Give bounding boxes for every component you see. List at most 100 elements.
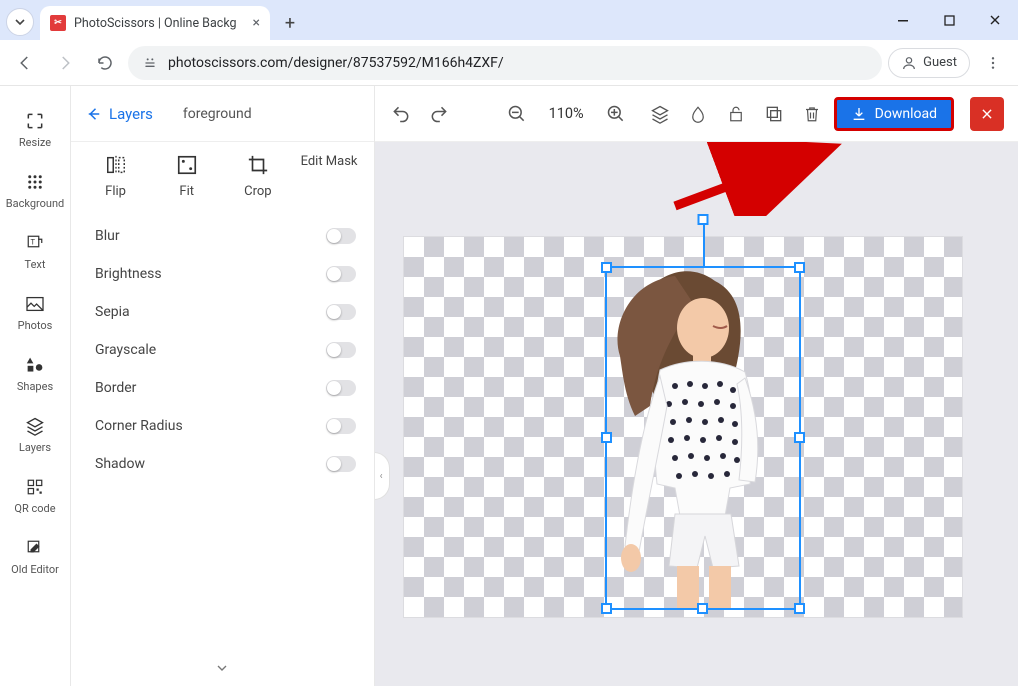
chevron-down-icon [14,16,26,28]
rail-item-old-editor[interactable]: Old Editor [0,529,70,584]
svg-text:T: T [31,238,36,247]
titlebar: ✂ PhotoScissors | Online Backg × + [0,0,1018,40]
option-corner-radius[interactable]: Corner Radius [95,407,356,445]
opacity-button[interactable] [686,102,710,126]
tab-close-button[interactable]: × [253,15,260,31]
flip-icon [104,154,128,176]
rail-item-background[interactable]: Background [0,163,70,218]
rail-item-shapes[interactable]: Shapes [0,346,70,401]
stage: 110% Download [375,86,1018,686]
reload-button[interactable] [88,46,122,80]
rotation-handle[interactable] [697,214,708,225]
tool-label: Crop [244,184,271,199]
tabs-dropdown[interactable] [6,8,34,36]
browser-tab[interactable]: ✂ PhotoScissors | Online Backg × [40,6,270,40]
zoom-level[interactable]: 110% [543,105,590,122]
lock-button[interactable] [724,102,748,126]
edit-icon [24,537,46,559]
tool-label: Edit Mask [301,154,358,171]
option-sepia[interactable]: Sepia [95,293,356,331]
qrcode-icon [24,476,46,498]
guest-label: Guest [923,55,957,70]
zoom-out-button[interactable] [505,102,529,126]
resize-handle-sw[interactable] [601,603,612,614]
canvas-area[interactable]: ‹ [375,142,1018,686]
toggle-switch[interactable] [326,342,356,358]
toggle-switch[interactable] [326,380,356,396]
window-close-button[interactable] [972,0,1018,40]
browser-window: ✂ PhotoScissors | Online Backg × + photo… [0,0,1018,686]
rail-item-qrcode[interactable]: QR code [0,468,70,523]
option-label: Border [95,380,136,396]
site-settings-icon [142,55,158,71]
rail-item-photos[interactable]: Photos [0,285,70,340]
resize-handle-e[interactable] [794,432,805,443]
left-rail: Resize Background T Text Photos Shapes L… [0,86,71,686]
download-label: Download [875,106,937,122]
maximize-button[interactable] [926,0,972,40]
nav-back-button[interactable] [8,46,42,80]
resize-handle-ne[interactable] [794,262,805,273]
layers-icon [24,415,46,437]
tool-flip[interactable]: Flip [81,154,150,199]
redo-button[interactable] [427,102,451,126]
option-brightness[interactable]: Brightness [95,255,356,293]
option-border[interactable]: Border [95,369,356,407]
toggle-switch[interactable] [326,304,356,320]
resize-handle-w[interactable] [601,432,612,443]
option-grayscale[interactable]: Grayscale [95,331,356,369]
resize-icon [24,110,46,132]
panel-back-button[interactable]: Layers [85,105,153,123]
minimize-button[interactable] [880,0,926,40]
breadcrumb: foreground [183,106,252,122]
option-shadow[interactable]: Shadow [95,445,356,483]
app-body: Resize Background T Text Photos Shapes L… [0,86,1018,686]
zoom-in-button[interactable] [604,102,628,126]
selection-box[interactable] [605,266,801,610]
panel-expand-button[interactable] [214,660,230,676]
toggle-switch[interactable] [326,418,356,434]
tool-edit-mask[interactable]: Edit Mask [294,154,363,171]
resize-handle-se[interactable] [794,603,805,614]
profile-guest-button[interactable]: Guest [888,48,970,78]
option-blur[interactable]: Blur [95,217,356,255]
duplicate-button[interactable] [762,102,786,126]
tool-crop[interactable]: Crop [223,154,292,199]
layers-button[interactable] [648,102,672,126]
option-label: Brightness [95,266,162,282]
tab-title: PhotoScissors | Online Backg [74,16,245,31]
rail-label: Shapes [17,380,53,393]
undo-button[interactable] [389,102,413,126]
url-text: photoscissors.com/designer/87537592/M166… [168,55,504,71]
toggle-switch[interactable] [326,228,356,244]
delete-button[interactable] [800,102,824,126]
panel-header: Layers foreground [71,86,374,142]
tool-fit[interactable]: Fit [152,154,221,199]
rail-item-resize[interactable]: Resize [0,102,70,157]
option-label: Sepia [95,304,130,320]
toggle-switch[interactable] [326,456,356,472]
rail-item-text[interactable]: T Text [0,224,70,279]
resize-handle-nw[interactable] [601,262,612,273]
nav-forward-button[interactable] [48,46,82,80]
toggle-switch[interactable] [326,266,356,282]
resize-handle-s[interactable] [697,603,708,614]
option-label: Shadow [95,456,145,472]
panel-collapse-handle[interactable]: ‹ [375,452,390,500]
browser-menu-button[interactable] [976,46,1010,80]
new-tab-button[interactable]: + [276,9,304,37]
close-button[interactable] [970,97,1004,131]
rail-label: Text [25,258,46,271]
arrow-left-icon [85,105,103,123]
rail-item-layers[interactable]: Layers [0,407,70,462]
tool-label: Flip [105,184,126,199]
address-bar: photoscissors.com/designer/87537592/M166… [0,40,1018,86]
photo-icon [24,293,46,315]
rail-label: Background [6,197,64,210]
url-field[interactable]: photoscissors.com/designer/87537592/M166… [128,46,882,80]
download-icon [851,106,867,122]
rail-label: QR code [14,502,55,515]
rail-label: Layers [19,441,51,454]
properties-panel: Layers foreground Flip Fit Crop [71,86,375,686]
download-button[interactable]: Download [834,97,954,131]
